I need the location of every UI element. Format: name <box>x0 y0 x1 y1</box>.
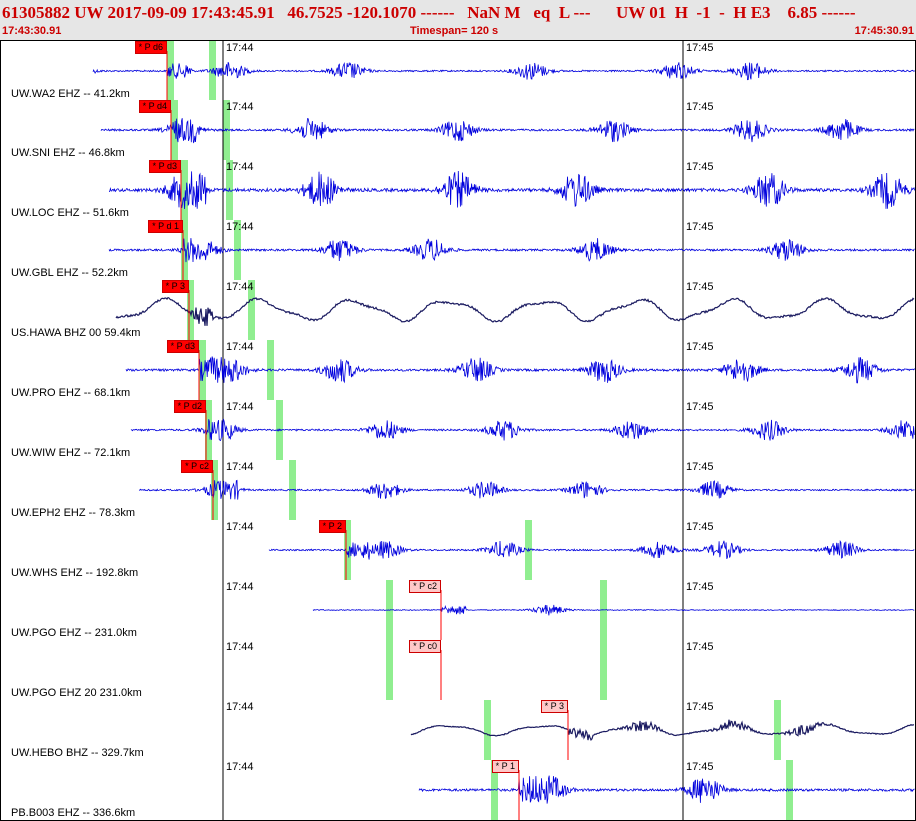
station-label: UW.PGO EHZ 20 231.0km <box>11 687 142 699</box>
time-window <box>484 700 491 760</box>
station-panel[interactable]: 17:44 17:45 * P c0 UW.PGO EHZ 20 231.0km <box>0 640 916 701</box>
phase-pick-label[interactable]: * P c2 <box>181 460 213 473</box>
time-tick-label: 17:44 <box>226 761 254 773</box>
time-tick-label: 17:44 <box>226 101 254 113</box>
time-tick-label: 17:45 <box>686 461 714 473</box>
phase-pick-label[interactable]: * P c0 <box>409 640 441 653</box>
time-tick-label: 17:45 <box>686 521 714 533</box>
time-tick-label: 17:45 <box>686 581 714 593</box>
time-window <box>600 640 607 700</box>
phase-pick-label[interactable]: * P d2 <box>173 400 206 413</box>
station-panel[interactable]: 17:44 17:45 * P d3 UW.PRO EHZ -- 68.1km <box>0 340 916 401</box>
waveform-trace <box>108 238 915 263</box>
station-label: UW.EPH2 EHZ -- 78.3km <box>11 507 136 519</box>
time-tick-label: 17:44 <box>226 42 254 54</box>
station-panel[interactable]: 17:44 17:45 * P 3 UW.HEBO BHZ -- 329.7km <box>0 700 916 761</box>
trace-canvas <box>222 580 915 640</box>
time-tick-label: 17:44 <box>226 161 254 173</box>
header-bar: 61305882 UW 2017-09-09 17:43:45.91 46.75… <box>0 0 916 40</box>
phase-pick-label[interactable]: * P c2 <box>409 580 441 593</box>
waveform-trace <box>138 479 915 500</box>
station-label: UW.WHS EHZ -- 192.8km <box>11 567 139 579</box>
time-tick-label: 17:45 <box>686 641 714 653</box>
station-panel[interactable]: 17:44 17:45 * P 1 PB.B003 EHZ -- 336.6km <box>0 760 916 821</box>
phase-pick-label[interactable]: * P 1 <box>491 760 519 773</box>
station-label: UW.WIW EHZ -- 72.1km <box>11 447 131 459</box>
station-panel[interactable]: 17:44 17:45 * P 2 UW.WHS EHZ -- 192.8km <box>0 520 916 581</box>
seismogram-plot[interactable]: 17:44 17:45 * P d6 UW.WA2 EHZ -- 41.2km 17:4… <box>0 40 916 821</box>
station-label: US.HAWA BHZ 00 59.4km <box>11 327 141 339</box>
station-label: UW.LOC EHZ -- 51.6km <box>11 207 129 219</box>
time-window <box>181 160 188 220</box>
trace-canvas <box>108 220 915 280</box>
trace-canvas <box>222 760 915 820</box>
time-tick-label: 17:44 <box>226 221 254 233</box>
time-tick-label: 17:44 <box>226 461 254 473</box>
trace-canvas <box>130 400 915 460</box>
event-title: 61305882 UW 2017-09-09 17:43:45.91 46.75… <box>2 3 856 22</box>
phase-pick-label[interactable]: * P d3 <box>166 340 199 353</box>
time-tick-label: 17:45 <box>686 761 714 773</box>
time-tick-label: 17:44 <box>226 401 254 413</box>
station-label: UW.PRO EHZ -- 68.1km <box>11 387 131 399</box>
time-tick-label: 17:44 <box>226 281 254 293</box>
time-tick-label: 17:44 <box>226 341 254 353</box>
phase-pick-label[interactable]: * P d3 <box>148 160 181 173</box>
station-panel[interactable]: 17:44 17:45 * P d3 UW.LOC EHZ -- 51.6km <box>0 160 916 221</box>
time-tick-label: 17:45 <box>686 221 714 233</box>
waveform-trace <box>312 604 915 616</box>
start-time: 17:43:30.91 <box>2 25 62 37</box>
phase-pick-label[interactable]: * P d 1 <box>148 220 183 233</box>
waveform-trace <box>268 540 915 560</box>
time-tick-label: 17:45 <box>686 401 714 413</box>
phase-pick-label[interactable]: * P 2 <box>318 520 346 533</box>
time-tick-label: 17:45 <box>686 281 714 293</box>
time-tick-label: 17:44 <box>226 581 254 593</box>
phase-pick-label[interactable]: * P 3 <box>540 700 568 713</box>
station-panel[interactable]: 17:44 17:45 * P c2 UW.EPH2 EHZ -- 78.3km <box>0 460 916 521</box>
time-tick-label: 17:45 <box>686 161 714 173</box>
time-tick-label: 17:44 <box>226 701 254 713</box>
station-panel[interactable]: 17:44 17:45 * P 3 US.HAWA BHZ 00 59.4km <box>0 280 916 341</box>
station-label: PB.B003 EHZ -- 336.6km <box>11 807 136 819</box>
trace-canvas <box>109 160 915 220</box>
end-time: 17:45:30.91 <box>854 25 914 37</box>
station-panel[interactable]: 17:44 17:45 * P c2 UW.PGO EHZ -- 231.0km <box>0 580 916 641</box>
phase-pick-label[interactable]: * P 3 <box>161 280 189 293</box>
station-panel[interactable]: 17:44 17:45 * P d2 UW.WIW EHZ -- 72.1km <box>0 400 916 461</box>
waveform-trace <box>125 356 915 384</box>
time-tick-label: 17:44 <box>226 521 254 533</box>
time-tick-label: 17:45 <box>686 101 714 113</box>
waveform-trace <box>115 296 915 326</box>
station-label: UW.SNI EHZ -- 46.8km <box>11 147 125 159</box>
timespan-label: Timespan= 120 s <box>410 25 499 37</box>
time-tick-label: 17:44 <box>226 641 254 653</box>
time-window <box>774 700 781 760</box>
time-tick-label: 17:45 <box>686 341 714 353</box>
station-label: UW.PGO EHZ -- 231.0km <box>11 627 137 639</box>
station-label: UW.HEBO BHZ -- 329.7km <box>11 747 144 759</box>
station-panel[interactable]: 17:44 17:45 * P d4 UW.SNI EHZ -- 46.8km <box>0 100 916 161</box>
waveform-trace <box>92 61 915 81</box>
station-panel[interactable]: 17:44 17:45 * P d6 UW.WA2 EHZ -- 41.2km <box>0 40 916 102</box>
time-window <box>386 640 393 700</box>
phase-pick-label[interactable]: * P d6 <box>134 41 167 54</box>
station-panel[interactable]: 17:44 17:45 * P d 1 UW.GBL EHZ -- 52.2km <box>0 220 916 281</box>
trace-canvas <box>138 460 915 520</box>
time-tick-label: 17:45 <box>686 701 714 713</box>
time-tick-label: 17:45 <box>686 42 714 54</box>
station-label: UW.GBL EHZ -- 52.2km <box>11 267 128 279</box>
phase-pick-label[interactable]: * P d4 <box>138 100 171 113</box>
trace-canvas <box>125 340 915 400</box>
waveform-trace <box>130 418 915 442</box>
station-label: UW.WA2 EHZ -- 41.2km <box>11 88 130 100</box>
